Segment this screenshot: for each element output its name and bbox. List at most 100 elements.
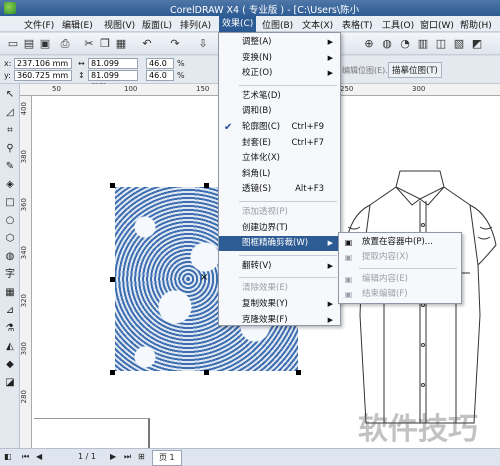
selection-handle[interactable] (204, 183, 209, 188)
ruler-tick-label: 150 (196, 85, 210, 93)
menu-4[interactable]: 排列(A) (180, 18, 211, 31)
first-page-icon[interactable]: ⏮ (22, 452, 29, 462)
toolbar-icon-d[interactable]: ◫ (434, 37, 448, 51)
submenu-arrow-icon: ▶ (327, 239, 333, 248)
last-page-icon[interactable]: ⏭ (124, 452, 131, 462)
menu-3[interactable]: 版面(L) (142, 18, 172, 31)
open-icon[interactable]: ▤ (22, 37, 36, 51)
selection-handle[interactable] (296, 370, 301, 375)
toolbox: ↖ ◿ ⌗ ⚲ ✎ ◈ □ ○ ⬡ ◍ 字 ▦ ⊿ ⚗ ◭ ◆ ◪ (0, 84, 20, 465)
page-options-icon[interactable]: ◧ (4, 452, 12, 461)
menu-11[interactable]: 帮助(H) (460, 18, 492, 31)
cut-icon[interactable]: ✂ (82, 37, 96, 51)
effects-menu-item[interactable]: 创建边界(T) (219, 221, 338, 236)
fill-tool-icon[interactable]: ◆ (3, 358, 17, 372)
menu-item-label: 校正(O) (242, 68, 273, 79)
add-page-icon[interactable]: ⊞ (138, 452, 145, 461)
effects-menu-item[interactable]: 翻转(V) ▶ (219, 259, 338, 274)
selection-handle[interactable] (204, 370, 209, 375)
menu-7[interactable]: 文本(X) (302, 18, 333, 31)
zoom-icon[interactable]: ⊕ (362, 37, 376, 51)
ellipse-tool-icon[interactable]: ○ (3, 214, 17, 228)
toolbar-icon-a[interactable]: ◍ (380, 37, 394, 51)
toolbar-icon-f[interactable]: ◩ (470, 37, 484, 51)
save-icon[interactable]: ▣ (38, 37, 52, 51)
scale-height-field[interactable]: 46.0 (146, 70, 174, 81)
import-icon[interactable]: ⇩ (196, 37, 210, 51)
zoom-tool-icon[interactable]: ⚲ (3, 142, 17, 156)
edit-bitmap-button[interactable]: 编辑位图(E)... (342, 65, 393, 76)
menu-6[interactable]: 位图(B) (262, 18, 293, 31)
menu-8[interactable]: 表格(T) (342, 18, 373, 31)
eyedropper-tool-icon[interactable]: ⚗ (3, 322, 17, 336)
menu-item-label: 立体化(X) (242, 153, 280, 164)
scale-width-field[interactable]: 46.0 (146, 58, 174, 69)
selection-handle[interactable] (110, 183, 115, 188)
polygon-tool-icon[interactable]: ⬡ (3, 232, 17, 246)
page-tab-1[interactable]: 页 1 (152, 450, 182, 466)
smart-fill-icon[interactable]: ◈ (3, 178, 17, 192)
dimension-tool-icon[interactable]: ⊿ (3, 304, 17, 318)
print-icon[interactable]: ⎙ (58, 37, 72, 51)
powerclip-submenu: ▣ 放置在容器中(P)... ▣ 提取内容(X) ▣ 编辑内容(E) ▣ 结束编辑(F) (338, 232, 462, 304)
menu-item-label: 轮廓图(C) (242, 122, 281, 132)
crop-tool-icon[interactable]: ⌗ (3, 124, 17, 138)
effects-menu-item[interactable]: 艺术笔(D) (219, 89, 338, 104)
ruler-tick-label: 340 (20, 246, 28, 260)
width-field[interactable]: 81.099 mm (88, 58, 138, 78)
rectangle-tool-icon[interactable]: □ (3, 196, 17, 210)
copy-icon[interactable]: ❐ (98, 37, 112, 51)
effects-menu-item[interactable]: ✔ 轮廓图(C) Ctrl+F9 (219, 120, 338, 135)
trace-bitmap-button[interactable]: 描摹位图(T) (388, 62, 442, 78)
vertical-ruler: 400 380 360 340 320 300 280 (20, 96, 32, 448)
effects-menu-item[interactable]: 立体化(X) (219, 151, 338, 166)
powerclip-menu-item[interactable]: ▣ 放置在容器中(P)... (339, 235, 459, 250)
ruler-tick-label: 100 (124, 85, 138, 93)
undo-icon[interactable]: ↶ (140, 37, 154, 51)
freehand-tool-icon[interactable]: ✎ (3, 160, 17, 174)
y-label: y: (4, 71, 11, 80)
menu-item-label: 图框精确剪裁(W) (242, 238, 309, 249)
redo-icon[interactable]: ↷ (168, 37, 182, 51)
effects-menu-item[interactable]: 透镜(S) Alt+F3 (219, 182, 338, 197)
effects-menu-item[interactable]: 克隆效果(F) ▶ (219, 313, 338, 328)
effects-menu-item[interactable]: 校正(O) ▶ (219, 66, 338, 81)
effects-menu-item[interactable]: 变换(N) ▶ (219, 51, 338, 66)
menu-item-label: 透镜(S) (242, 184, 272, 195)
menu-5[interactable]: 效果(C) (219, 16, 257, 32)
shape-tool-icon[interactable]: ◿ (3, 106, 17, 120)
interactive-fill-icon[interactable]: ◪ (3, 376, 17, 390)
y-position-field[interactable]: 360.725 mm (14, 70, 72, 81)
selection-handle[interactable] (110, 277, 115, 282)
effects-menu-item[interactable]: 调整(A) ▶ (219, 35, 338, 50)
effects-menu-item[interactable]: 图框精确剪裁(W) ▶ (219, 236, 338, 252)
height-field[interactable]: 81.099 mm (88, 70, 138, 90)
paste-icon[interactable]: ▦ (114, 37, 128, 51)
toolbar-icon-c[interactable]: ▥ (416, 37, 430, 51)
basic-shapes-icon[interactable]: ◍ (3, 250, 17, 264)
next-page-icon[interactable]: ▶ (110, 452, 116, 461)
effects-menu-item[interactable]: 斜角(L) (219, 167, 338, 182)
menu-10[interactable]: 窗口(W) (420, 18, 454, 31)
outline-tool-icon[interactable]: ◭ (3, 340, 17, 354)
menu-1[interactable]: 编辑(E) (62, 18, 93, 31)
submenu-arrow-icon: ▶ (327, 53, 333, 62)
selection-handle[interactable] (110, 370, 115, 375)
pick-tool-icon[interactable]: ↖ (3, 88, 17, 102)
table-tool-icon[interactable]: ▦ (3, 286, 17, 300)
menu-separator (359, 268, 457, 269)
effects-menu-item[interactable]: 封套(E) Ctrl+F7 (219, 136, 338, 151)
previous-page-icon[interactable]: ◀ (36, 452, 42, 461)
toolbar-icon-e[interactable]: ▧ (452, 37, 466, 51)
effects-menu-item[interactable]: 复制效果(Y) ▶ (219, 297, 338, 312)
menu-0[interactable]: 文件(F) (24, 18, 54, 31)
powerclip-menu-item: ▣ 提取内容(X) (339, 250, 459, 265)
x-position-field[interactable]: 237.106 mm (14, 58, 72, 69)
effects-menu-item[interactable]: 调和(B) (219, 104, 338, 119)
shirt-sketch[interactable] (340, 165, 500, 445)
menu-9[interactable]: 工具(O) (382, 18, 414, 31)
toolbar-icon-b[interactable]: ◔ (398, 37, 412, 51)
text-tool-icon[interactable]: 字 (3, 268, 17, 282)
menu-2[interactable]: 视图(V) (104, 18, 135, 31)
new-document-icon[interactable]: ▭ (6, 37, 20, 51)
